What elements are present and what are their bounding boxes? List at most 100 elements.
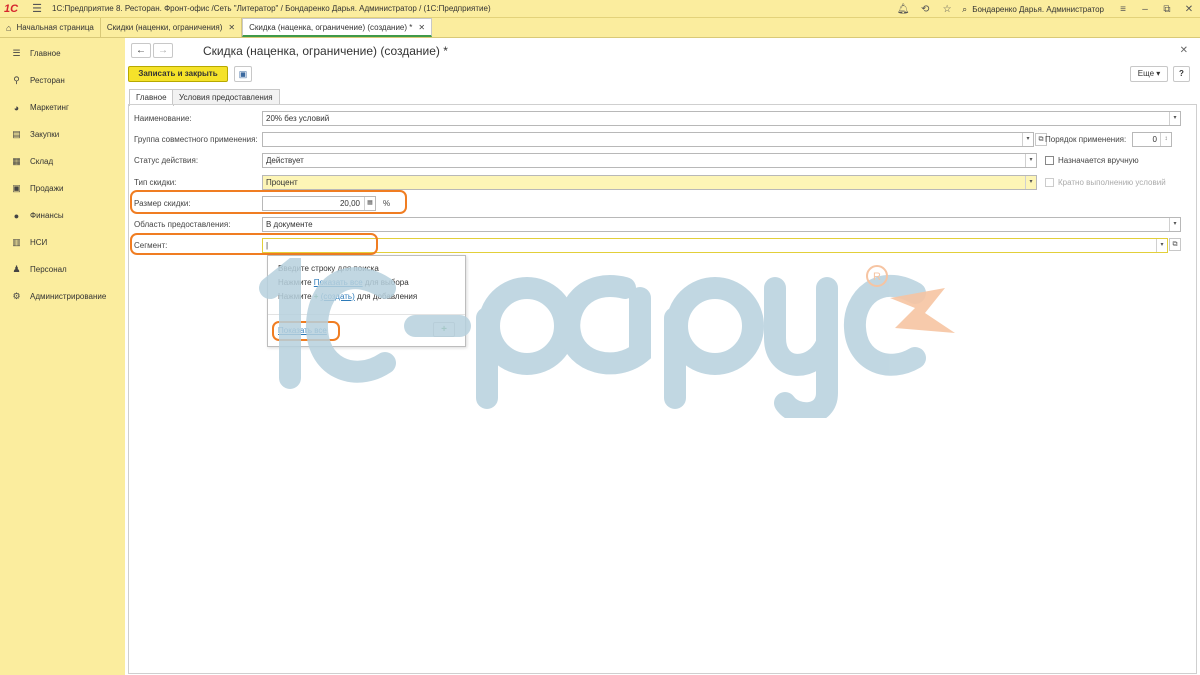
settings-menu-icon[interactable]: ≡ <box>1112 4 1134 15</box>
name-value: 20% без условий <box>266 114 330 123</box>
open-link-icon[interactable]: ⧉ <box>1169 238 1181 251</box>
group-field[interactable]: ▾ <box>262 132 1034 147</box>
sidebar-item-admin[interactable]: ⚙ Администрирование <box>0 283 125 310</box>
type-value: Процент <box>266 178 298 187</box>
user-block[interactable]: ⌕ Бондаренко Дарья. Администратор <box>962 4 1104 15</box>
sidebar-item-label: Персонал <box>30 265 67 274</box>
area-value: В документе <box>266 220 313 229</box>
main-menu-icon[interactable]: ☰ <box>28 2 46 15</box>
area-field[interactable]: В документе ▾ <box>262 217 1181 232</box>
tab-label: Скидки (наценки, ограничения) <box>106 23 223 32</box>
more-button[interactable]: Еще ▾ <box>1130 66 1168 82</box>
highlight-segment <box>130 233 378 255</box>
star-icon[interactable]: ☆ <box>936 4 958 15</box>
status-field[interactable]: Действует ▾ <box>262 153 1037 168</box>
popup-hint-select: Нажмите Показать все для выбора <box>278 278 409 287</box>
stepper-icon[interactable]: ↕ <box>1160 133 1171 146</box>
pie-icon: ◕ <box>13 102 20 113</box>
tab-home[interactable]: ⌂ Начальная страница <box>0 18 101 37</box>
menu-lines-icon: ☰ <box>12 48 21 58</box>
sidebar-item-nsi[interactable]: ▥ НСИ <box>0 229 125 256</box>
close-tab-icon[interactable]: ✕ <box>418 23 425 32</box>
open-tabs-bar: ⌂ Начальная страница Скидки (наценки, ог… <box>0 18 1200 38</box>
hint-text: Нажмите <box>278 292 314 301</box>
sidebar-item-main[interactable]: ☰ Главное <box>0 40 125 67</box>
cart-icon: ▤ <box>12 129 21 139</box>
manual-label: Назначается вручную <box>1058 156 1139 165</box>
person-icon: ♟ <box>12 264 21 274</box>
sidebar-item-label: Главное <box>30 49 61 58</box>
title-bar: 1С ☰ 1С:Предприятие 8. Ресторан. Фронт-о… <box>0 0 1200 18</box>
chevron-down-icon[interactable]: ▾ <box>1169 112 1180 125</box>
type-label: Тип скидки: <box>134 178 177 187</box>
hint-text: Нажмите <box>278 278 314 287</box>
app-logo: 1С <box>4 2 19 15</box>
sidebar-item-label: Ресторан <box>30 76 65 85</box>
hint-text: для добавления <box>354 292 418 301</box>
tab-label: Скидка (наценка, ограничение) (создание)… <box>249 22 413 32</box>
save-and-close-button[interactable]: Записать и закрыть <box>128 66 228 82</box>
home-icon: ⌂ <box>6 22 12 33</box>
sidebar-item-marketing[interactable]: ◕ Маркетинг <box>0 94 125 121</box>
more-label: Еще <box>1137 69 1155 78</box>
segment-field[interactable]: | ▾ <box>262 238 1168 253</box>
tab-conditions[interactable]: Условия предоставления <box>172 89 280 105</box>
order-value: 0 <box>1152 135 1157 144</box>
save-icon[interactable]: ▣ <box>234 66 252 82</box>
plus-icon: + <box>313 292 319 301</box>
create-link[interactable]: (создать) <box>321 292 355 301</box>
sidebar-item-label: НСИ <box>30 238 48 247</box>
sidebar-item-restaurant[interactable]: ⚲ Ресторан <box>0 67 125 94</box>
chevron-down-icon[interactable]: ▾ <box>1025 176 1036 189</box>
popup-hint-create: Нажмите + (создать) для добавления <box>278 292 417 301</box>
manual-checkbox[interactable] <box>1045 156 1054 165</box>
help-button[interactable]: ? <box>1173 66 1190 82</box>
show-all-link[interactable]: Показать все <box>314 278 363 287</box>
add-button[interactable]: + <box>433 322 455 337</box>
chevron-down-icon[interactable]: ▾ <box>1022 133 1033 146</box>
highlight-size <box>130 190 407 214</box>
forward-button[interactable]: → <box>153 43 173 58</box>
sections-panel: ☰ Главное ⚲ Ресторан ◕ Маркетинг ▤ Закуп… <box>0 38 125 675</box>
chevron-down-icon[interactable]: ▾ <box>1025 154 1036 167</box>
restore-icon[interactable]: ⧉ <box>1156 4 1178 15</box>
sidebar-item-label: Администрирование <box>30 292 107 301</box>
form-area: ← → Скидка (наценка, ограничение) (созда… <box>125 38 1200 675</box>
sidebar-item-sales[interactable]: ▣ Продажи <box>0 175 125 202</box>
sidebar-item-personnel[interactable]: ♟ Персонал <box>0 256 125 283</box>
sidebar-item-warehouse[interactable]: ▦ Склад <box>0 148 125 175</box>
coin-icon: ● <box>13 210 20 221</box>
sidebar-item-finance[interactable]: ● Финансы <box>0 202 125 229</box>
minimize-icon[interactable]: – <box>1134 4 1156 15</box>
type-field[interactable]: Процент ▾ <box>262 175 1037 190</box>
order-field[interactable]: 0 ↕ <box>1132 132 1172 147</box>
popup-hint: Введите строку для поиска <box>278 264 379 273</box>
user-name: Бондаренко Дарья. Администратор <box>972 4 1104 14</box>
status-value: Действует <box>266 156 304 165</box>
multiple-checkbox[interactable] <box>1045 178 1054 187</box>
bell-icon[interactable]: 🔔︎ <box>892 4 914 15</box>
search-icon[interactable]: ⌕ <box>962 4 967 15</box>
warehouse-icon: ▦ <box>12 156 21 166</box>
sidebar-item-purchases[interactable]: ▤ Закупки <box>0 121 125 148</box>
sidebar-item-label: Маркетинг <box>30 103 69 112</box>
sidebar-item-label: Закупки <box>30 130 60 139</box>
divider <box>268 314 465 315</box>
back-button[interactable]: ← <box>131 43 151 58</box>
close-window-icon[interactable]: ✕ <box>1178 4 1200 15</box>
close-tab-icon[interactable]: ✕ <box>228 23 235 32</box>
name-field[interactable]: 20% без условий ▾ <box>262 111 1181 126</box>
name-label: Наименование: <box>134 114 192 123</box>
tab-discounts-list[interactable]: Скидки (наценки, ограничения) ✕ <box>101 18 243 37</box>
history-icon[interactable]: ⟲ <box>914 4 936 15</box>
tab-discount-create[interactable]: Скидка (наценка, ограничение) (создание)… <box>242 18 433 37</box>
close-form-icon[interactable]: ✕ <box>1180 45 1188 56</box>
group-label: Группа совместного применения: <box>134 135 258 144</box>
status-label: Статус действия: <box>134 156 199 165</box>
sales-icon: ▣ <box>12 183 21 193</box>
sidebar-item-label: Продажи <box>30 184 64 193</box>
chevron-down-icon[interactable]: ▾ <box>1169 218 1180 231</box>
chevron-down-icon[interactable]: ▾ <box>1156 239 1167 252</box>
hint-text: для выбора <box>362 278 409 287</box>
area-label: Область предоставления: <box>134 220 231 229</box>
